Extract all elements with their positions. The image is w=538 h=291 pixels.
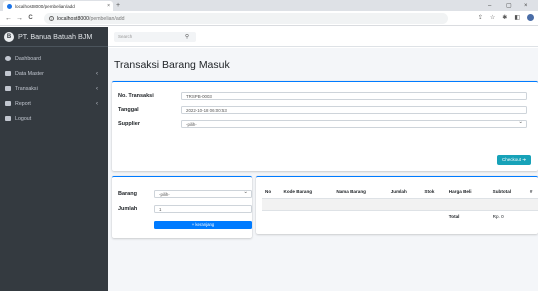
dashboard-icon [5, 56, 11, 61]
total-value: Rp. 0 [492, 214, 504, 220]
browser-tabbar: localhost8000/pembelian/add × + – ▢ × [0, 0, 538, 11]
url-text: localhost8000/pembelian/add [57, 15, 125, 22]
table-icon [5, 71, 11, 76]
jumlah-field[interactable]: 1 [154, 205, 252, 213]
sidebar-item-label: Report [15, 100, 31, 107]
sidebar-item-report[interactable]: Report ‹ [0, 96, 108, 111]
site-info-icon[interactable]: i [49, 16, 54, 21]
supplier-select[interactable]: -pilih- [181, 119, 527, 128]
brand-link[interactable]: B PT. Banua Batuah BJM [0, 27, 108, 47]
column-header: Harga Beli [445, 185, 490, 199]
sidebar-item-label: Data Master [15, 70, 44, 77]
logout-icon [5, 116, 11, 121]
cart-table-card: No Kode Barang Nama Barang Jumlah Stok H… [256, 176, 538, 234]
column-header: Nama Barang [333, 185, 388, 199]
extensions-icon[interactable]: ✱ [502, 14, 507, 21]
sidebar-item-label: Dashboard [15, 55, 41, 62]
reload-icon[interactable]: C [25, 15, 36, 21]
address-bar[interactable]: i localhost8000/pembelian/add [44, 13, 448, 24]
side-panel-icon[interactable]: ◧ [514, 14, 520, 21]
sidebar-item-label: Transaksi [15, 85, 38, 92]
tanggal-field[interactable]: 2022-10-18 06:00:53 [181, 106, 527, 114]
minimize-icon[interactable]: – [488, 0, 491, 11]
search-input[interactable]: Search ⚲ [114, 32, 196, 42]
supplier-label: Supplier [118, 121, 141, 127]
no-transaksi-field[interactable]: TRSPB-0003 [181, 92, 527, 100]
browser-toolbar: ← → C i localhost8000/pembelian/add ⇪ ☆ … [0, 11, 538, 26]
supplier-row: Supplier -pilih- [118, 119, 527, 128]
browser-tab[interactable]: localhost8000/pembelian/add × [3, 1, 113, 11]
jumlah-label: Jumlah [118, 206, 138, 212]
column-header: No [262, 185, 281, 199]
chevron-left-icon: ‹ [96, 85, 98, 92]
jumlah-row: Jumlah 1 [118, 205, 252, 213]
new-tab-button[interactable]: + [116, 1, 120, 10]
barang-select[interactable]: -pilih- [154, 189, 252, 198]
sidebar-item-logout[interactable]: Logout [0, 111, 108, 126]
add-item-card: Barang -pilih- Jumlah 1 + keranjang [112, 176, 252, 238]
table-icon [5, 101, 11, 106]
sidebar: B PT. Banua Batuah BJM Dashboard Data Ma… [0, 27, 108, 291]
add-to-cart-button[interactable]: + keranjang [154, 221, 252, 229]
favicon-icon [7, 3, 12, 9]
brand-name: PT. Banua Batuah BJM [18, 32, 93, 41]
total-row: Total Rp. 0 [262, 211, 538, 223]
barang-row: Barang -pilih- [118, 189, 252, 198]
browser-tab-title: localhost8000/pembelian/add [15, 3, 75, 9]
chevron-left-icon: ‹ [96, 100, 98, 107]
tanggal-label: Tanggal [118, 107, 139, 113]
column-header: Stok [421, 185, 446, 199]
cart-table: No Kode Barang Nama Barang Jumlah Stok H… [262, 185, 538, 223]
table-header-row: No Kode Barang Nama Barang Jumlah Stok H… [262, 185, 538, 199]
sidebar-item-data-master[interactable]: Data Master ‹ [0, 66, 108, 81]
top-navbar: Search ⚲ [108, 27, 538, 47]
tab-close-icon[interactable]: × [107, 3, 113, 9]
table-row [262, 198, 538, 211]
total-label: Total [448, 214, 460, 220]
window-close-icon[interactable]: × [524, 0, 528, 11]
column-header: Jumlah [387, 185, 422, 199]
sidebar-item-label: Logout [15, 115, 32, 122]
column-header: # [526, 185, 538, 199]
chevron-left-icon: ‹ [96, 70, 98, 77]
maximize-icon[interactable]: ▢ [506, 0, 512, 11]
sidebar-menu: Dashboard Data Master ‹ Transaksi ‹ Repo… [0, 47, 108, 126]
column-header: Subtotal [489, 185, 527, 199]
browser-actions: ⇪ ☆ ✱ ◧ [478, 14, 534, 21]
no-transaksi-label: No. Transaksi [118, 93, 154, 99]
sidebar-item-dashboard[interactable]: Dashboard [0, 51, 108, 66]
page-title: Transaksi Barang Masuk [114, 59, 230, 71]
forward-icon[interactable]: → [14, 15, 25, 22]
content-wrapper: Transaksi Barang Masuk No. Transaksi TRS… [108, 48, 538, 291]
transaction-header-card: No. Transaksi TRSPB-0003 Tanggal 2022-10… [112, 81, 538, 171]
barang-label: Barang [118, 191, 137, 197]
tanggal-row: Tanggal 2022-10-18 06:00:53 [118, 106, 527, 114]
profile-avatar[interactable] [527, 14, 534, 21]
table-icon [5, 86, 11, 91]
bookmark-star-icon[interactable]: ☆ [490, 14, 495, 21]
search-icon[interactable]: ⚲ [178, 32, 196, 42]
brand-logo-icon: B [4, 31, 14, 42]
back-icon[interactable]: ← [3, 15, 14, 22]
checkout-button[interactable]: Checkout ➜ [497, 155, 531, 165]
no-transaksi-row: No. Transaksi TRSPB-0003 [118, 92, 527, 100]
share-icon[interactable]: ⇪ [478, 14, 483, 21]
sidebar-item-transaksi[interactable]: Transaksi ‹ [0, 81, 108, 96]
column-header: Kode Barang [280, 185, 334, 199]
